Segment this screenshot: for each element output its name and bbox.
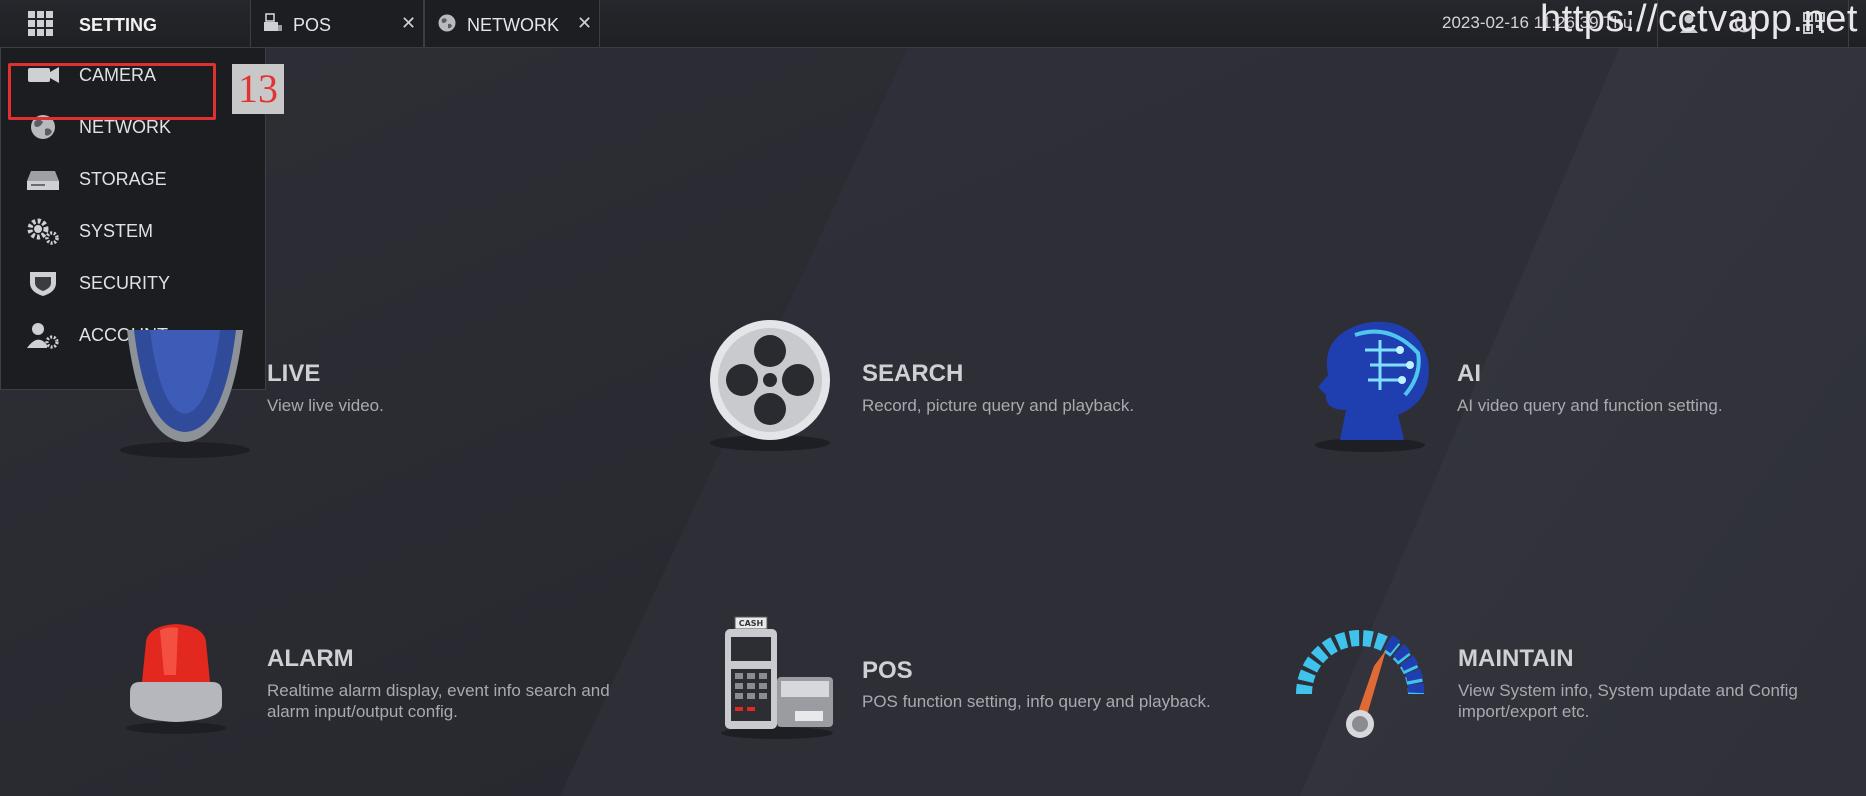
menu-item-storage[interactable]: STORAGE xyxy=(1,154,265,204)
user-gear-icon xyxy=(27,323,59,349)
annotation-number-badge: 13 xyxy=(232,64,284,114)
tile-desc: View live video. xyxy=(267,396,384,415)
film-reel-icon xyxy=(710,320,830,451)
tile-maintain[interactable]: MAINTAIN View System info, System update… xyxy=(1290,620,1850,750)
alarm-siren-icon xyxy=(126,624,226,734)
tile-title: ALARM xyxy=(267,645,354,672)
tile-title: SEARCH xyxy=(862,360,964,387)
tab-pos[interactable]: POS ✕ xyxy=(250,0,424,47)
ai-head-icon xyxy=(1315,321,1429,452)
live-lens-icon xyxy=(120,330,250,458)
svg-text:CASH: CASH xyxy=(739,619,764,628)
main-menu-grid-icon[interactable] xyxy=(28,11,54,37)
gauge-icon xyxy=(1296,630,1425,738)
cash-register-icon: CASH xyxy=(721,616,833,739)
pos-icon xyxy=(264,13,282,31)
menu-item-label: SYSTEM xyxy=(79,221,154,241)
tile-title: MAINTAIN xyxy=(1458,645,1574,672)
tab-network[interactable]: NETWORK ✕ xyxy=(424,0,600,47)
hard-disk-icon xyxy=(27,171,59,190)
globe-icon xyxy=(438,14,456,32)
tab-network-label: NETWORK xyxy=(467,15,559,35)
menu-item-label: SECURITY xyxy=(79,273,171,293)
tile-desc: Realtime alarm display, event info searc… xyxy=(267,681,610,721)
tile-search[interactable]: SEARCH Record, picture query and playbac… xyxy=(700,315,1220,475)
menu-item-security[interactable]: SECURITY xyxy=(1,258,265,308)
close-icon[interactable]: ✕ xyxy=(577,13,592,34)
watermark-text: https://cctvapp.net xyxy=(1540,0,1858,40)
tile-desc: AI video query and function setting. xyxy=(1457,396,1723,415)
menu-item-label: STORAGE xyxy=(79,169,167,189)
tile-desc: POS function setting, info query and pla… xyxy=(862,692,1211,711)
annotation-highlight-box xyxy=(8,63,216,120)
tab-pos-label: POS xyxy=(293,15,332,35)
tile-title: POS xyxy=(862,657,913,684)
menu-item-label: NETWORK xyxy=(79,117,171,137)
tile-title: LIVE xyxy=(267,360,321,387)
tile-ai[interactable]: AI AI video query and function setting. xyxy=(1300,315,1840,475)
top-bar: SETTING POS ✕ NETWORK ✕ 2023-02-16 11:26… xyxy=(0,0,1866,48)
menu-item-system[interactable]: SYSTEM xyxy=(1,206,265,256)
tile-alarm[interactable]: ALARM Realtime alarm display, event info… xyxy=(120,620,640,740)
shield-icon xyxy=(30,272,56,296)
page-title: SETTING xyxy=(79,15,158,35)
gears-icon xyxy=(27,218,59,245)
tile-desc: View System info, System update and Conf… xyxy=(1458,681,1798,721)
tile-pos[interactable]: CASH POS POS function setting, info quer… xyxy=(715,615,1235,745)
close-icon[interactable]: ✕ xyxy=(401,13,416,34)
tile-desc: Record, picture query and playback. xyxy=(862,396,1135,415)
tile-title: AI xyxy=(1457,360,1481,387)
tile-live[interactable]: LIVE View live video. xyxy=(100,330,620,470)
